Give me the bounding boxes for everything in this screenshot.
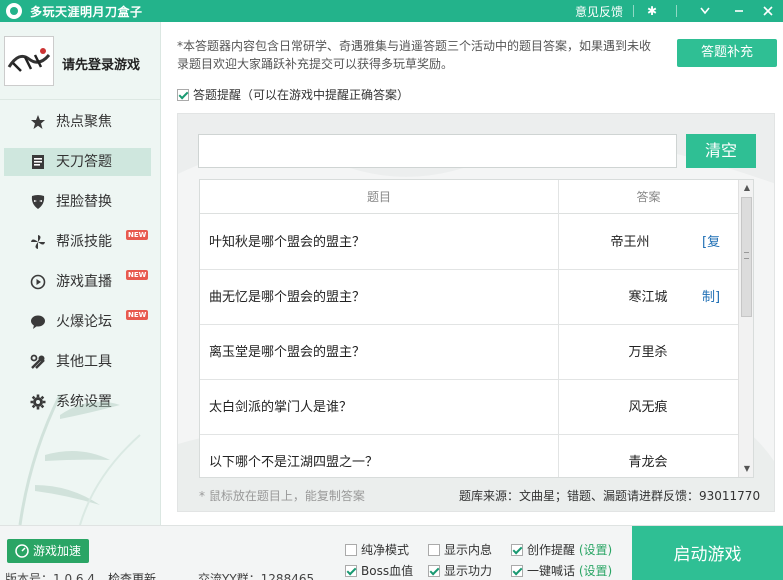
bottom-bar: 游戏加速 版本号：1.0.6.4 检查更新 交流YY群：1288465 纯净模式… (0, 525, 783, 580)
game-logo-icon (5, 37, 53, 85)
sidebar: 请先登录游戏 热点聚焦 天刀答题 捏脸替换 帮派技能 NEW 游戏直播 NEW … (0, 22, 161, 525)
quiz-panel: 清空 题目 答案 叶知秋是哪个盟会的盟主？ 帝王州 [复制] 曲无忆是哪个盟会的… (177, 113, 775, 512)
sidebar-item-label: 火爆论坛 (56, 314, 112, 330)
answer-table: 题目 答案 叶知秋是哪个盟会的盟主？ 帝王州 [复制] 曲无忆是哪个盟会的盟主？… (199, 179, 754, 478)
table-header: 题目 答案 (200, 180, 738, 214)
boss-hp-checkbox[interactable]: Boss血值 (345, 562, 413, 579)
bamboo-decoration (18, 394, 141, 525)
chevron-down-icon (700, 7, 710, 15)
sidebar-item-label: 捏脸替换 (56, 194, 112, 210)
user-panel: 请先登录游戏 (0, 22, 160, 100)
sidebar-item-label: 热点聚焦 (56, 114, 112, 130)
star-icon (30, 114, 46, 130)
column-header-answer: 答案 (636, 190, 661, 204)
notice-text: *本答题器内容包含日常研学、奇遇雅集与逍遥答题三个活动中的题目答案，如果遇到未收… (177, 39, 652, 71)
sidebar-item-label: 帮派技能 (56, 234, 112, 250)
scroll-up-arrow-icon[interactable]: ▲ (739, 180, 753, 196)
question-cell[interactable]: 叶知秋是哪个盟会的盟主？ (209, 215, 365, 270)
table-scrollbar[interactable]: ▲ ▼ (738, 180, 753, 477)
sidebar-item-forum[interactable]: 火爆论坛 NEW (4, 308, 151, 336)
show-neigong-checkbox[interactable]: 显示内息 (428, 541, 492, 558)
sidebar-item-label: 游戏直播 (56, 274, 112, 290)
create-remind-settings-link[interactable]: (设置) (579, 543, 612, 557)
start-game-button[interactable]: 启动游戏 (632, 526, 783, 580)
speedometer-icon (15, 544, 29, 558)
question-cell[interactable]: 曲无忆是哪个盟会的盟主？ (209, 270, 365, 325)
answer-cell: 帝王州 (610, 235, 650, 250)
column-header-question: 题目 (366, 190, 391, 204)
source-info-text: 题库来源：文曲星；错题、漏题请进群反馈：93011770 (459, 489, 761, 503)
table-row[interactable]: 以下哪个不是江湖四盟之一？ 青龙会 (200, 435, 738, 477)
table-row[interactable]: 离玉堂是哪个盟会的盟主？ 万里杀 (200, 325, 738, 380)
game-speedup-button[interactable]: 游戏加速 (7, 539, 89, 563)
answer-cell: 寒江城 (628, 290, 668, 305)
sidebar-item-live-stream[interactable]: 游戏直播 NEW (4, 268, 151, 296)
table-row[interactable]: 曲无忆是哪个盟会的盟主？ 寒江城 (200, 270, 738, 325)
sidebar-item-quiz[interactable]: 天刀答题 (4, 148, 151, 176)
copy-hint-text: * 鼠标放在题目上，能复制答案 (199, 489, 365, 503)
sidebar-item-hot-focus[interactable]: 热点聚焦 (4, 108, 151, 136)
create-remind-checkbox[interactable]: 创作提醒 (设置) (511, 541, 612, 558)
scrollbar-thumb[interactable] (741, 197, 752, 317)
clear-button[interactable]: 清空 (686, 134, 756, 168)
pure-mode-checkbox[interactable]: 纯净模式 (345, 541, 409, 558)
table-row[interactable]: 太白剑派的掌门人是谁？ 风无痕 (200, 380, 738, 435)
new-badge: NEW (126, 270, 149, 280)
sidebar-item-face-swap[interactable]: 捏脸替换 (4, 188, 151, 216)
supplement-answer-button[interactable]: 答题补充 (677, 39, 777, 67)
feedback-link[interactable]: 意见反馈 (575, 3, 623, 20)
answer-cell: 风无痕 (628, 400, 668, 415)
answer-cell: 万里杀 (628, 345, 668, 360)
answer-hint-checkbox[interactable]: 答题提醒（可以在游戏中提醒正确答案） (177, 86, 409, 103)
chat-bubble-icon (30, 314, 46, 330)
auto-shout-checkbox[interactable]: 一键喊话 (设置) (511, 562, 612, 579)
question-cell[interactable]: 离玉堂是哪个盟会的盟主？ (209, 325, 365, 380)
new-badge: NEW (126, 230, 149, 240)
answer-cell: 青龙会 (628, 455, 668, 470)
checkbox-checked-icon[interactable] (177, 89, 189, 101)
copy-link[interactable]: [复制] (702, 215, 738, 305)
sidebar-item-label: 天刀答题 (56, 154, 112, 170)
login-prompt[interactable]: 请先登录游戏 (62, 54, 140, 73)
question-cell[interactable]: 太白剑派的掌门人是谁？ (209, 380, 352, 435)
auto-shout-settings-link[interactable]: (设置) (579, 564, 612, 578)
new-badge: NEW (126, 310, 149, 320)
app-logo-icon (6, 3, 22, 19)
sidebar-item-guild-skills[interactable]: 帮派技能 NEW (4, 228, 151, 256)
search-input[interactable] (198, 134, 677, 168)
version-text: 版本号：1.0.6.4 (5, 572, 95, 580)
answer-hint-label: 答题提醒（可以在游戏中提醒正确答案） (193, 88, 410, 102)
yy-group-text: 交流YY群：1288465 (198, 572, 315, 580)
close-icon[interactable] (755, 0, 781, 22)
play-icon (30, 274, 46, 290)
title-divider (633, 5, 634, 17)
title-divider (676, 5, 677, 17)
document-icon (30, 154, 46, 170)
settings-gear-icon[interactable]: ✱ (639, 0, 665, 22)
title-bar: 多玩天涯明月刀盒子 意见反馈 ✱ (0, 0, 783, 22)
avatar[interactable] (4, 36, 54, 86)
game-speedup-label: 游戏加速 (33, 544, 82, 558)
window-title: 多玩天涯明月刀盒子 (30, 5, 143, 19)
question-cell[interactable]: 以下哪个不是江湖四盟之一？ (209, 435, 378, 477)
menu-dropdown-icon[interactable] (692, 0, 718, 22)
pinwheel-icon (30, 234, 46, 250)
minimize-icon[interactable] (726, 0, 752, 22)
show-gongli-checkbox[interactable]: 显示功力 (428, 562, 492, 579)
check-update-link[interactable]: 检查更新 (108, 570, 156, 580)
mask-icon (30, 194, 46, 210)
table-row[interactable]: 叶知秋是哪个盟会的盟主？ 帝王州 [复制] (200, 215, 738, 305)
scroll-down-arrow-icon[interactable]: ▼ (739, 461, 753, 477)
